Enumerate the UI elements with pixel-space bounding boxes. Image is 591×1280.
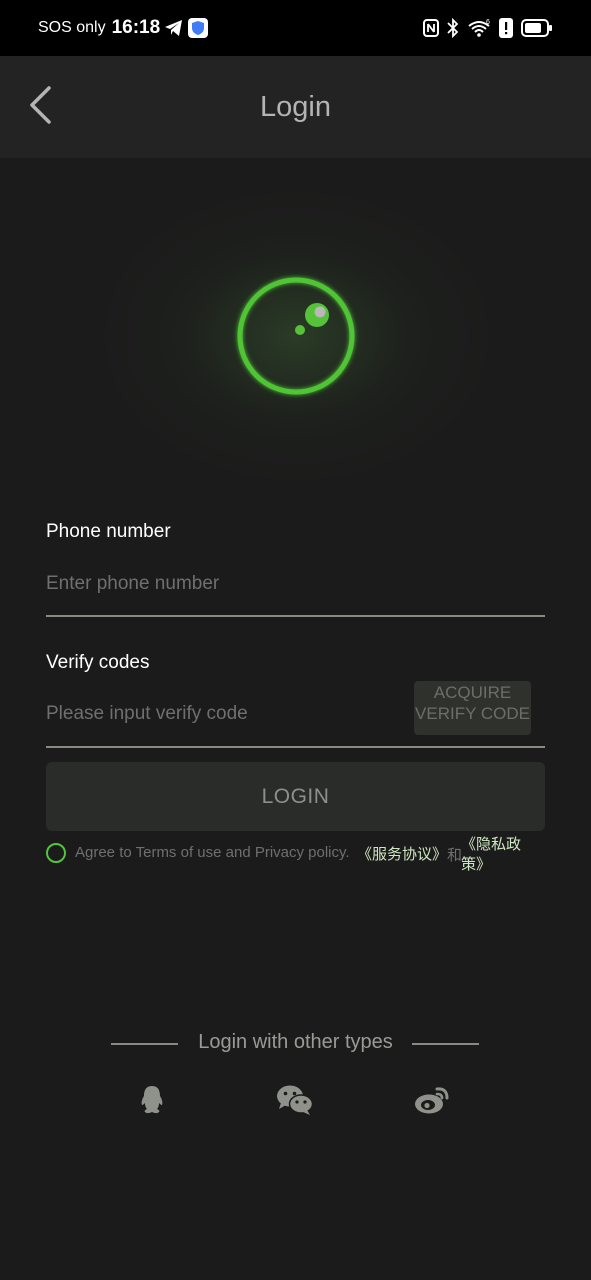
app-logo [96, 186, 496, 486]
service-agreement-link[interactable]: 《服务协议》 [357, 843, 447, 864]
nfc-icon [423, 19, 439, 37]
verify-code-input[interactable] [46, 694, 406, 734]
phone-input[interactable] [46, 564, 545, 604]
privacy-policy-link[interactable]: 《隐私政策》 [461, 835, 525, 875]
phone-label: Phone number [46, 521, 171, 542]
and-text: 和 [447, 847, 463, 864]
alert-icon [499, 18, 513, 38]
wechat-icon[interactable] [275, 1082, 315, 1118]
other-login-label: Login with other types [198, 1031, 393, 1053]
page-title: Login [260, 91, 331, 123]
status-bar: SOS only 16:18 6 [0, 0, 591, 56]
qq-icon[interactable] [132, 1082, 172, 1118]
battery-icon [521, 19, 553, 37]
clock-text: 16:18 [111, 17, 161, 38]
agree-radio[interactable] [46, 843, 66, 863]
acquire-verify-code-button[interactable]: ACQUIRE VERIFY CODE [414, 681, 531, 735]
verify-underline [46, 746, 545, 748]
phone-underline [46, 615, 545, 617]
divider-right [412, 1043, 479, 1045]
carrier-text: SOS only [38, 19, 106, 36]
agree-text: Agree to Terms of use and Privacy policy… [75, 844, 350, 861]
verify-label: Verify codes [46, 652, 150, 673]
status-bar-right: 6 [423, 18, 553, 38]
chevron-left-icon [27, 85, 53, 130]
wifi-icon: 6 [467, 18, 491, 38]
logo-ring-icon [237, 277, 355, 395]
shield-app-icon [188, 18, 209, 38]
app-header: Login [0, 56, 591, 158]
login-button[interactable]: LOGIN [46, 762, 545, 831]
back-button[interactable] [18, 82, 62, 132]
weibo-icon[interactable] [412, 1082, 452, 1118]
telegram-icon [164, 19, 184, 37]
status-bar-left: SOS only 16:18 [38, 17, 209, 39]
svg-text:6: 6 [486, 19, 490, 26]
bluetooth-icon [447, 18, 459, 38]
